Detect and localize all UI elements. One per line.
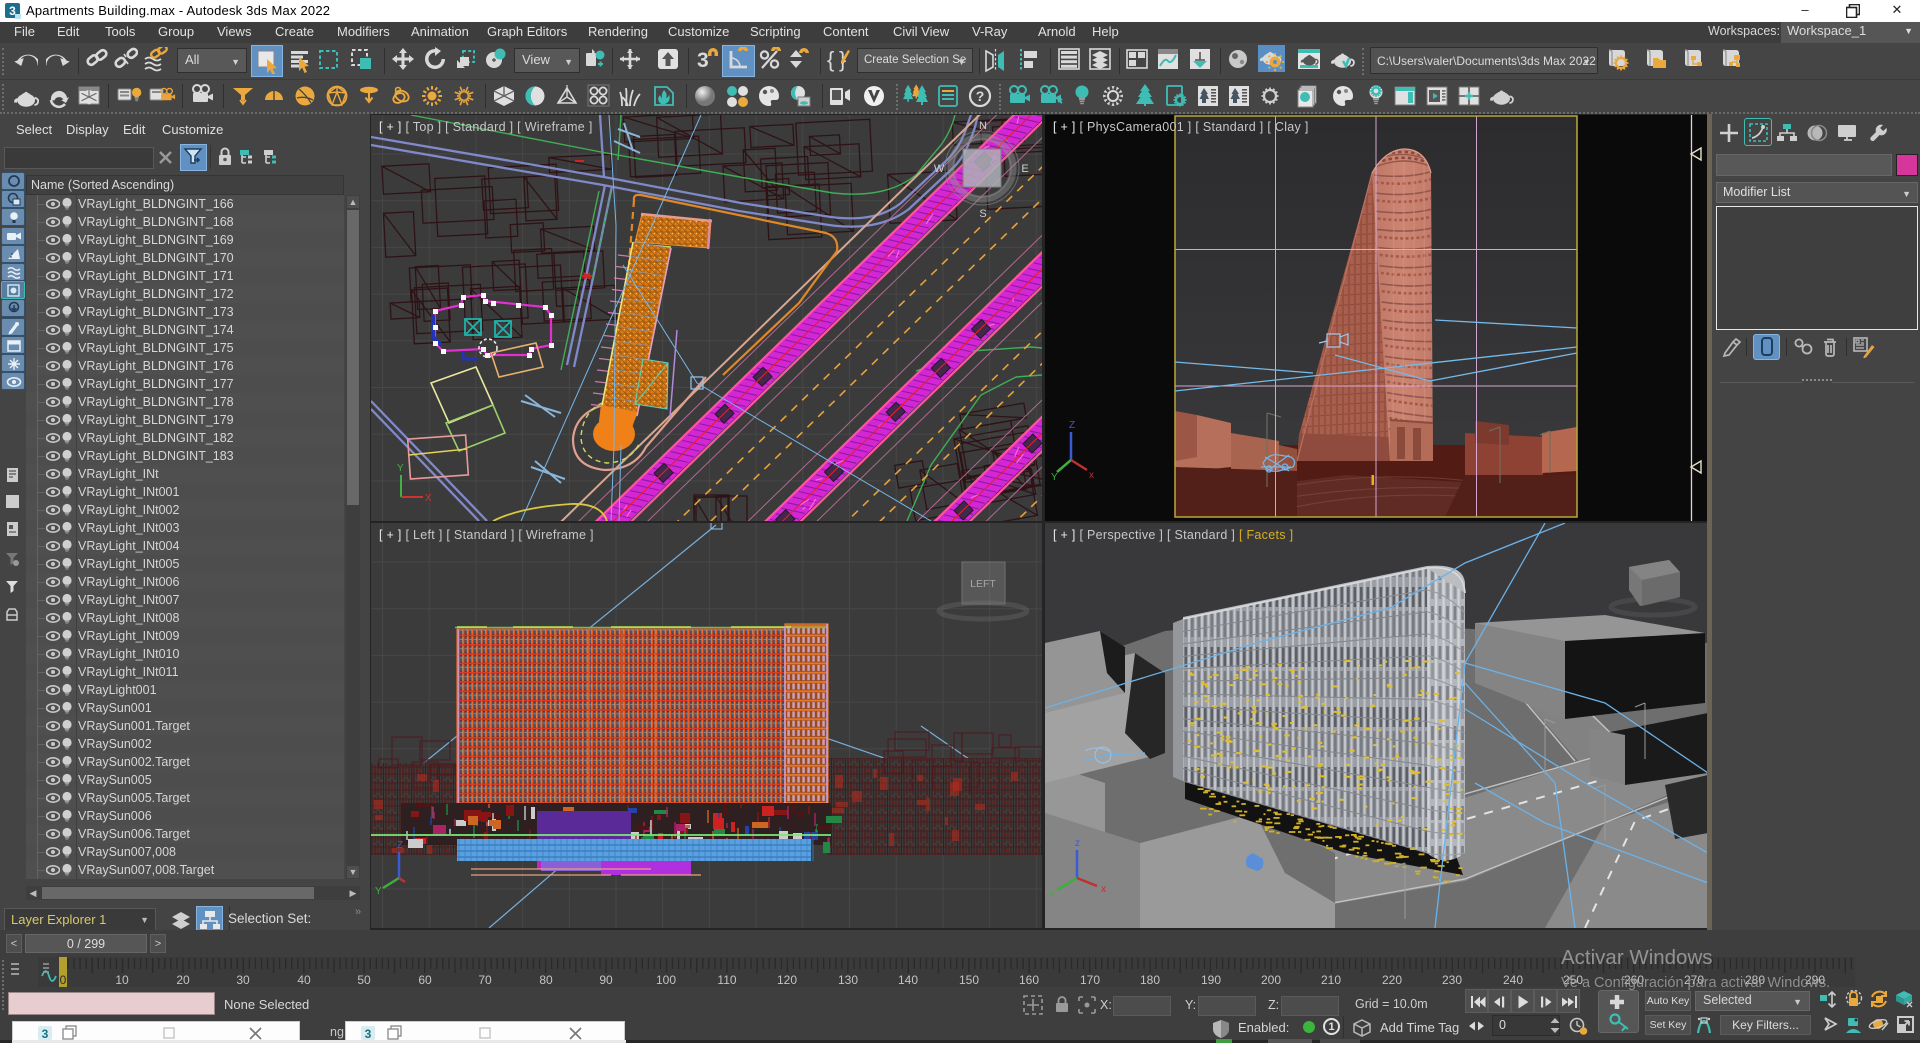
svg-text:3: 3 [365, 1027, 372, 1041]
svg-text:3: 3 [42, 1027, 49, 1041]
svg-text:30: 30 [236, 973, 250, 987]
svg-text:180: 180 [1140, 973, 1160, 987]
svg-text:x: x [1089, 470, 1094, 481]
svg-text:70: 70 [478, 973, 492, 987]
svg-text:100: 100 [656, 973, 676, 987]
svg-text:z: z [1075, 838, 1080, 849]
svg-text:Z: Z [1069, 420, 1075, 431]
svg-text:230: 230 [1442, 973, 1462, 987]
svg-text:170: 170 [1080, 973, 1100, 987]
svg-text:Z: Z [397, 840, 403, 851]
svg-text:80: 80 [539, 973, 553, 987]
svg-text:200: 200 [1261, 973, 1281, 987]
svg-text:50: 50 [357, 973, 371, 987]
svg-text:40: 40 [297, 973, 311, 987]
svg-text:10: 10 [115, 973, 129, 987]
svg-text:LEFT: LEFT [970, 578, 996, 590]
svg-text:W: W [934, 163, 945, 175]
svg-text:90: 90 [599, 973, 613, 987]
svg-text:E: E [1021, 163, 1028, 175]
svg-text:140: 140 [898, 973, 918, 987]
svg-text:20: 20 [176, 973, 190, 987]
svg-text:60: 60 [418, 973, 432, 987]
svg-text:Y: Y [1051, 472, 1058, 483]
svg-text:Y: Y [397, 463, 404, 474]
svg-text:Y: Y [375, 886, 382, 897]
svg-text:?: ? [976, 88, 985, 104]
svg-text:X: X [425, 493, 432, 504]
svg-text:220: 220 [1382, 973, 1402, 987]
svg-text:190: 190 [1201, 973, 1221, 987]
svg-text:110: 110 [717, 973, 736, 987]
svg-text:120: 120 [777, 973, 797, 987]
svg-text:130: 130 [838, 973, 858, 987]
svg-text:210: 210 [1321, 973, 1341, 987]
svg-text:{: { [827, 47, 834, 72]
svg-text:160: 160 [1019, 973, 1039, 987]
svg-text:150: 150 [959, 973, 979, 987]
svg-text:240: 240 [1503, 973, 1523, 987]
svg-text:3: 3 [697, 49, 709, 72]
svg-text:S: S [979, 208, 986, 220]
svg-text:x: x [1101, 884, 1106, 895]
svg-text:y: y [1049, 888, 1054, 899]
svg-text:N: N [979, 120, 987, 132]
